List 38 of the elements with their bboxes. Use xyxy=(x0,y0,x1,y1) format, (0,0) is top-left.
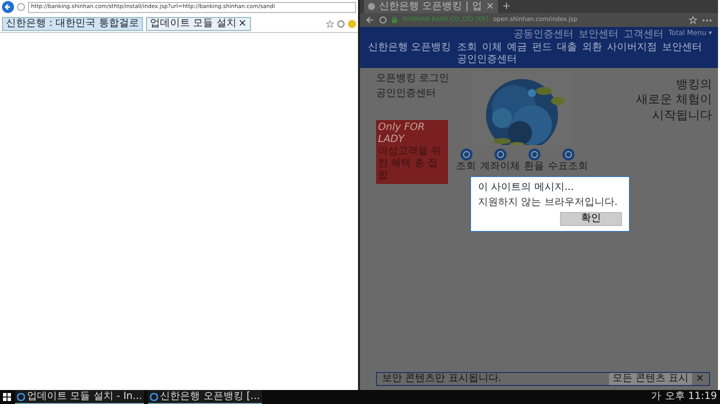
tab-title: 업데이트 모듈 설치 xyxy=(150,18,236,30)
menu-item[interactable]: 이체 xyxy=(482,42,502,54)
browser-tab[interactable]: 신한은행 오픈뱅킹 | 업 × xyxy=(364,0,498,13)
browser-tab[interactable]: 신한은행 : 대한민국 통합걸로 xyxy=(2,17,143,31)
dialog-title: 이 사이트의 메시지... xyxy=(478,182,575,194)
nav-link[interactable]: 보안센터 xyxy=(578,29,618,41)
nav-link[interactable]: 공동인증센터 xyxy=(513,29,574,41)
taskbar-item[interactable]: 업데이트 모듈 설치 - In... xyxy=(15,390,144,404)
close-tab-button[interactable]: × xyxy=(486,0,494,12)
menu-item[interactable]: 대출 xyxy=(557,42,578,54)
headline-line: 새로운 체험이 xyxy=(636,92,712,107)
new-tab-button[interactable]: + xyxy=(502,0,511,12)
menu-item[interactable]: 보안센터 xyxy=(662,42,702,54)
ok-button[interactable]: 확인 xyxy=(560,212,622,226)
menu-item[interactable]: 예금 xyxy=(507,42,528,54)
close-tab-button[interactable]: × xyxy=(238,18,247,30)
taskbar-item[interactable]: 신한은행 오픈뱅킹 [... xyxy=(148,390,262,404)
show-all-content-button[interactable]: 모든 콘텐츠 표시 xyxy=(609,373,692,385)
promo-banner[interactable]: Only FOR LADY 여성고객을 위한 혜택 총 집합 xyxy=(376,120,448,184)
tab-title: 신한은행 오픈뱅킹 | 업 xyxy=(379,0,482,12)
menu-item[interactable]: 조회 xyxy=(457,42,478,54)
headline-line: 시작됩니다 xyxy=(652,108,712,122)
headline-line: 뱅킹의 xyxy=(676,77,712,92)
promo-subtitle: 여성고객을 위한 혜택 총 집합 xyxy=(378,146,442,182)
dialog-message: 지원하지 않는 브라우저입니다. xyxy=(478,197,619,209)
tab-title: 신한은행 : 대한민국 통합걸로 xyxy=(6,18,139,30)
info-message: 보안 콘텐츠만 표시됩니다. xyxy=(382,373,502,385)
ime-indicator[interactable]: 가 xyxy=(651,391,661,403)
menu-item[interactable]: 외환 xyxy=(582,42,602,54)
close-button[interactable]: × xyxy=(696,373,704,385)
menu-item[interactable]: 사이버지점 xyxy=(607,42,658,54)
clock[interactable]: 오후 11:19 xyxy=(665,391,717,403)
site-logo[interactable]: 신한은행 오픈뱅킹 xyxy=(368,41,452,54)
menu-item[interactable]: 공인인증센터 xyxy=(457,54,518,66)
menu-item[interactable]: 펀드 xyxy=(532,42,552,54)
nav-link[interactable]: 고객센터 xyxy=(623,29,664,41)
browser-tab[interactable]: 업데이트 모듈 설치 × xyxy=(146,17,251,31)
promo-title: Only FOR LADY xyxy=(378,122,426,146)
